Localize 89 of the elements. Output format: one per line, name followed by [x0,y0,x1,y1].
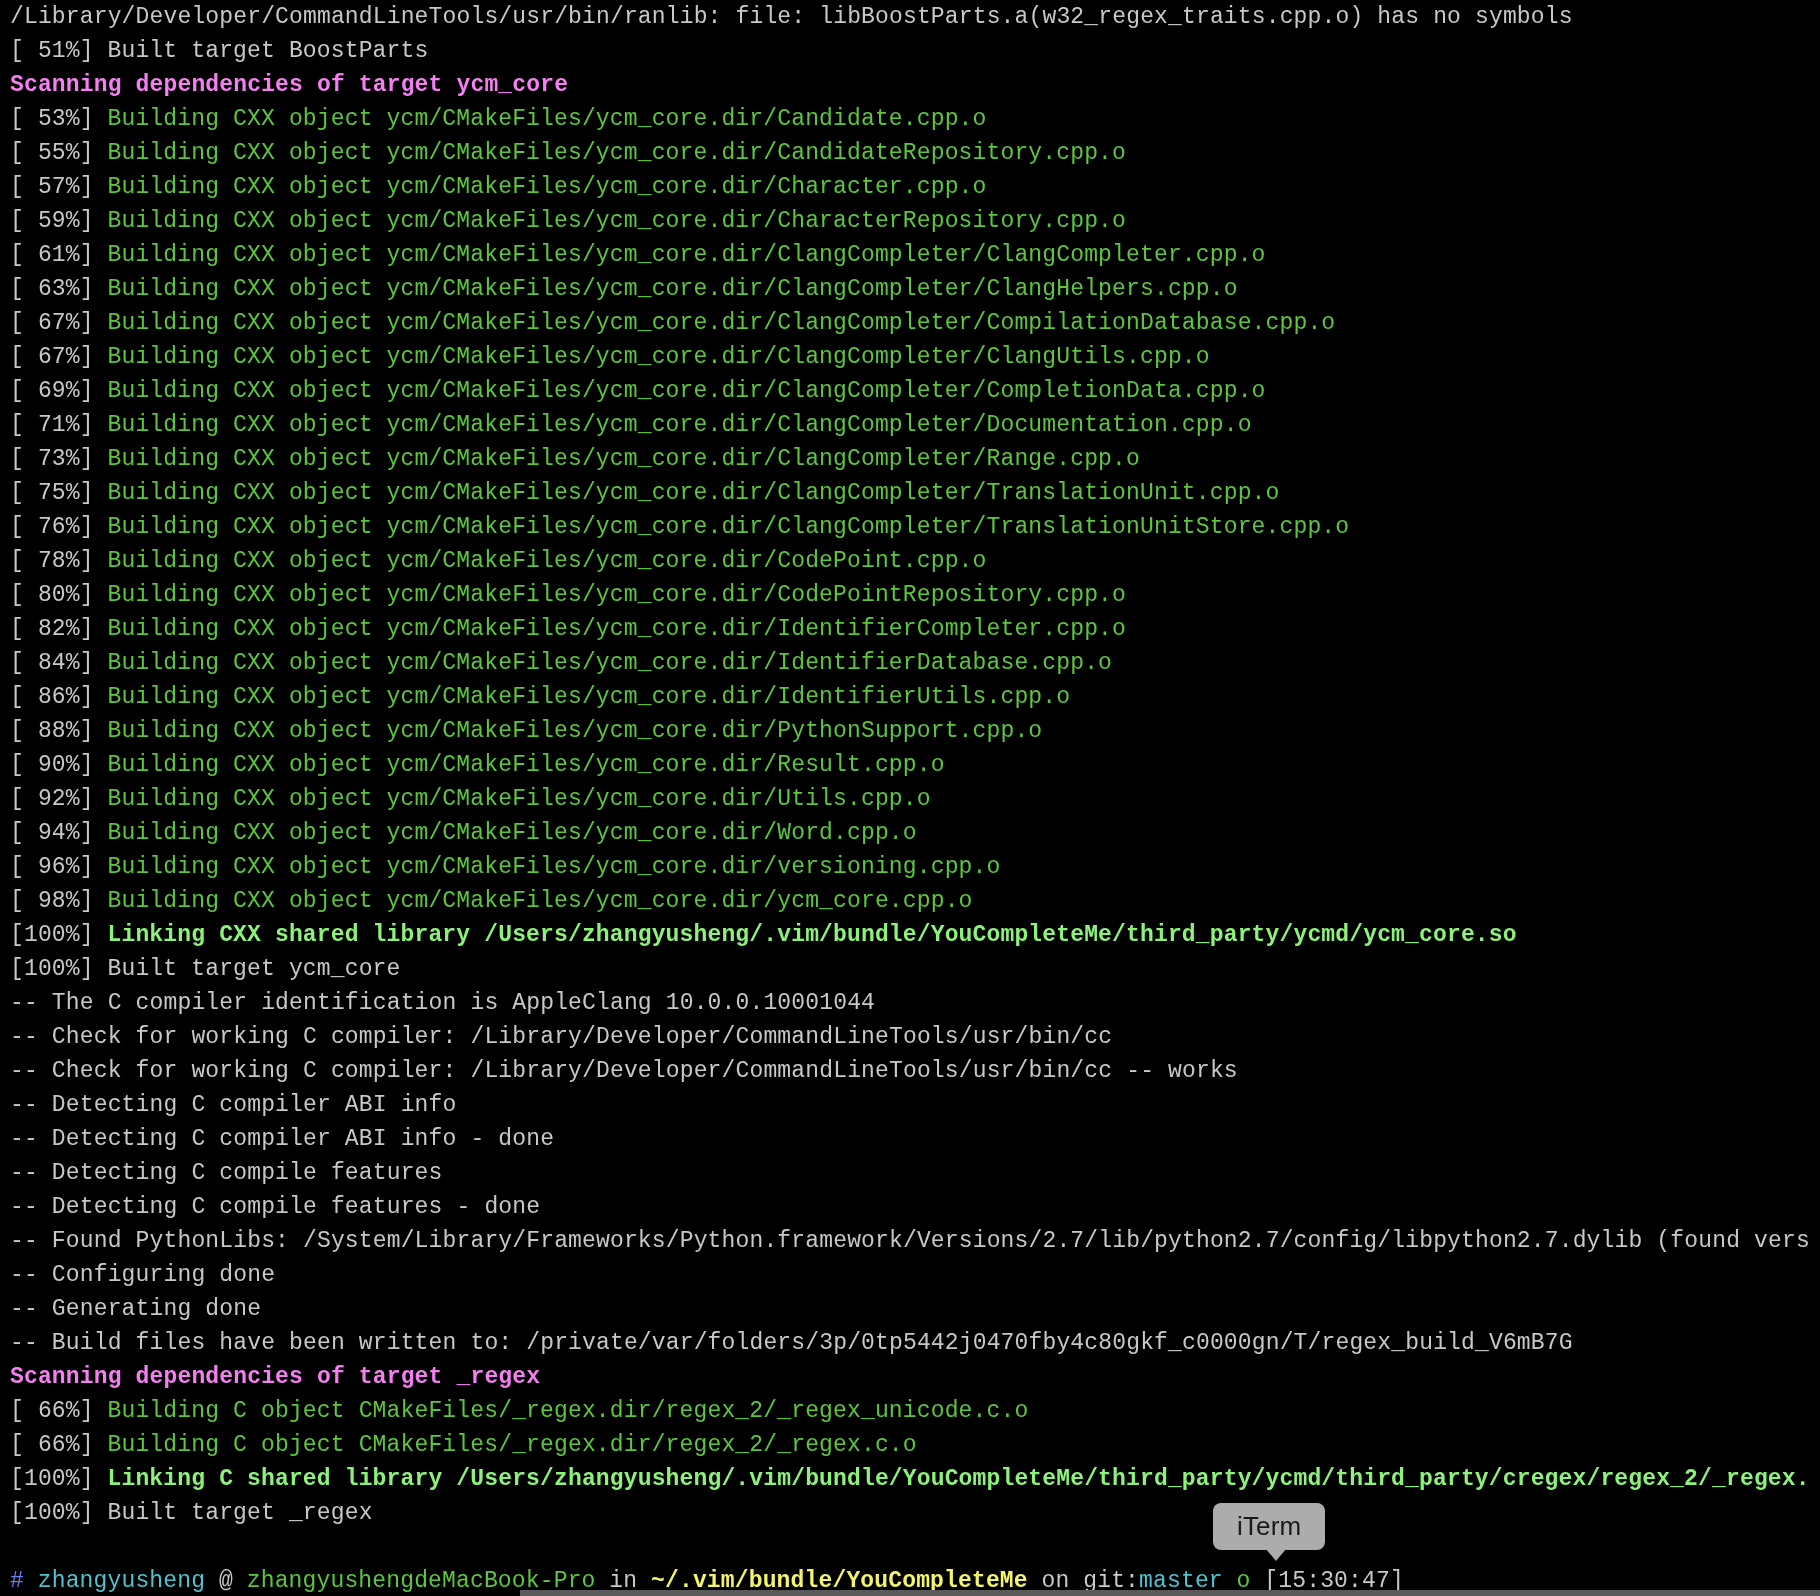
log-message: Building CXX object ycm/CMakeFiles/ycm_core.dir/ClangCompleter/ClangUtils.cpp.o [107,344,1210,370]
progress-marker: [100%] [10,1466,94,1492]
log-message: -- Configuring done [10,1262,276,1288]
log-message: Building CXX object ycm/CMakeFiles/ycm_core.dir/ClangCompleter/TranslationUnitStore.cpp.o [107,514,1350,540]
progress-marker: [ 78%] [10,548,94,574]
log-message: Scanning dependencies of target _regex [10,1364,541,1390]
progress-marker: [ 75%] [10,480,94,506]
scroll-bar[interactable] [520,1590,1820,1596]
prompt-text: @ [219,1568,233,1594]
log-message: -- Detecting C compiler ABI info [10,1092,457,1118]
log-message: Building C object CMakeFiles/_regex.dir/regex_2/_regex_unicode.c.o [107,1398,1029,1424]
log-message: Scanning dependencies of target ycm_core [10,72,569,98]
log-message: Building CXX object ycm/CMakeFiles/ycm_core.dir/ClangCompleter/CompletionData.cpp.o [107,378,1266,404]
log-message: Built target _regex [107,1500,373,1526]
log-message: -- Detecting C compiler ABI info - done [10,1126,555,1152]
progress-marker: [ 94%] [10,820,94,846]
log-message: -- Detecting C compile features [10,1160,443,1186]
log-message: -- The C compiler identification is AppleClang 10.0.0.10001044 [10,990,876,1016]
progress-marker: [ 82%] [10,616,94,642]
log-message: Building CXX object ycm/CMakeFiles/ycm_core.dir/Word.cpp.o [107,820,917,846]
log-message: -- Check for working C compiler: /Library/Developer/CommandLineTools/usr/bin/cc -- works [10,1058,1238,1084]
log-message: -- Generating done [10,1296,262,1322]
log-message: -- Detecting C compile features - done [10,1194,541,1220]
user-name: zhangyusheng [37,1568,206,1594]
log-message: Building CXX object ycm/CMakeFiles/ycm_core.dir/Character.cpp.o [107,174,987,200]
log-message: Built target BoostParts [107,38,429,64]
log-message: Building CXX object ycm/CMakeFiles/ycm_core.dir/CharacterRepository.cpp.o [107,208,1127,234]
progress-marker: [ 84%] [10,650,94,676]
git-branch: master [1139,1568,1223,1594]
log-message: Building CXX object ycm/CMakeFiles/ycm_core.dir/ycm_core.cpp.o [107,888,973,914]
progress-marker: [ 96%] [10,854,94,880]
log-message: Building CXX object ycm/CMakeFiles/ycm_core.dir/versioning.cpp.o [107,854,1001,880]
log-message: -- Found PythonLibs: /System/Library/Frameworks/Python.framework/Versions/2.7/lib/python2.7/config/libpython2.7.dylib (found vers [10,1228,1810,1254]
log-message: -- Build files have been written to: /private/var/folders/3p/0tp5442j0470fby4c80gkf_c0000gn/T/regex_build_V6mB7G [10,1330,1573,1356]
log-message: Building CXX object ycm/CMakeFiles/ycm_core.dir/CodePoint.cpp.o [107,548,987,574]
log-message: Building CXX object ycm/CMakeFiles/ycm_core.dir/ClangCompleter/ClangCompleter.cpp.o [107,242,1266,268]
log-message: Building CXX object ycm/CMakeFiles/ycm_core.dir/ClangCompleter/TranslationUnit.cpp.o [107,480,1280,506]
log-message: Building CXX object ycm/CMakeFiles/ycm_core.dir/CodePointRepository.cpp.o [107,582,1127,608]
log-message: Building CXX object ycm/CMakeFiles/ycm_core.dir/PythonSupport.cpp.o [107,718,1043,744]
git-status: o [1236,1568,1251,1594]
progress-marker: [ 59%] [10,208,94,234]
progress-marker: [ 92%] [10,786,94,812]
progress-marker: [ 55%] [10,140,94,166]
progress-marker: [ 53%] [10,106,94,132]
log-message: Building CXX object ycm/CMakeFiles/ycm_core.dir/CandidateRepository.cpp.o [107,140,1127,166]
progress-marker: [ 66%] [10,1398,94,1424]
log-message: /Library/Developer/CommandLineTools/usr/bin/ranlib: file: libBoostParts.a(w32_regex_traits.cpp.o) has no symbols [10,4,1573,30]
log-message: Building C object CMakeFiles/_regex.dir/regex_2/_regex.c.o [107,1432,917,1458]
progress-marker: [ 67%] [10,310,94,336]
progress-marker: [100%] [10,1500,94,1526]
progress-marker: [ 57%] [10,174,94,200]
progress-marker: [100%] [10,922,94,948]
log-message: Building CXX object ycm/CMakeFiles/ycm_core.dir/ClangCompleter/Range.cpp.o [107,446,1140,472]
progress-marker: [ 86%] [10,684,94,710]
prompt-text: [15:30:47] [1264,1568,1404,1594]
log-message: -- Check for working C compiler: /Library/Developer/CommandLineTools/usr/bin/cc [10,1024,1113,1050]
log-message: Building CXX object ycm/CMakeFiles/ycm_core.dir/ClangCompleter/Documentation.cpp.o [107,412,1252,438]
progress-marker: [ 88%] [10,718,94,744]
progress-marker: [ 66%] [10,1432,94,1458]
log-message: Built target ycm_core [107,956,401,982]
progress-marker: [ 73%] [10,446,94,472]
tooltip-arrow-icon [1266,1549,1286,1561]
log-message: Linking C shared library /Users/zhangyusheng/.vim/bundle/YouCompleteMe/third_party/ycmd/third_party/cregex/regex_2/_regex. [107,1466,1810,1492]
progress-marker: [100%] [10,956,94,982]
log-message: Building CXX object ycm/CMakeFiles/ycm_core.dir/Utils.cpp.o [107,786,931,812]
host-name: zhangyushengdeMacBook-Pro [246,1568,596,1594]
progress-marker: [ 80%] [10,582,94,608]
log-message: Building CXX object ycm/CMakeFiles/ycm_core.dir/IdentifierUtils.cpp.o [107,684,1071,710]
log-message: Building CXX object ycm/CMakeFiles/ycm_core.dir/IdentifierCompleter.cpp.o [107,616,1127,642]
progress-marker: [ 61%] [10,242,94,268]
progress-marker: [ 76%] [10,514,94,540]
progress-marker: [ 67%] [10,344,94,370]
progress-marker: [ 69%] [10,378,94,404]
prompt-symbol: # [10,1568,24,1594]
progress-marker: [ 71%] [10,412,94,438]
prompt-text: in [609,1568,638,1594]
tooltip: iTerm [1213,1503,1326,1550]
log-message: Linking CXX shared library /Users/zhangyusheng/.vim/bundle/YouCompleteMe/third_party/ycmd/ycm_core.so [107,922,1517,948]
log-message: Building CXX object ycm/CMakeFiles/ycm_core.dir/ClangCompleter/CompilationDatabase.cpp.o [107,310,1336,336]
progress-marker: [ 98%] [10,888,94,914]
progress-marker: [ 63%] [10,276,94,302]
log-message: Building CXX object ycm/CMakeFiles/ycm_core.dir/IdentifierDatabase.cpp.o [107,650,1113,676]
log-message: Building CXX object ycm/CMakeFiles/ycm_core.dir/Candidate.cpp.o [107,106,987,132]
log-message: Building CXX object ycm/CMakeFiles/ycm_core.dir/ClangCompleter/ClangHelpers.cpp.o [107,276,1238,302]
directory-path: ~/.vim/bundle/YouCompleteMe [651,1568,1028,1594]
log-message: Building CXX object ycm/CMakeFiles/ycm_core.dir/Result.cpp.o [107,752,945,778]
prompt-text: on [1041,1568,1070,1594]
progress-marker: [ 90%] [10,752,94,778]
progress-marker: [ 51%] [10,38,94,64]
